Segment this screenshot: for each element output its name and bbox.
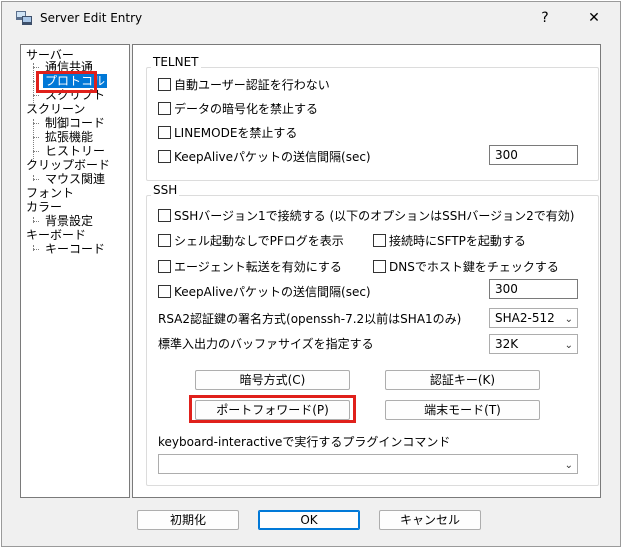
authkey-button[interactable]: 認証キー(K) <box>385 370 540 390</box>
ssh-keepalive-checkbox[interactable]: KeepAliveパケットの送信間隔(sec) <box>158 285 371 299</box>
sftp-label: 接続時にSFTPを起動する <box>389 234 526 248</box>
settings-tree[interactable]: サーバー 通信共通 プロトコル スクリプト スクリーン 制御コード 拡張機能 ヒ… <box>20 44 130 498</box>
tree-item-history[interactable]: ヒストリー <box>45 144 105 158</box>
cipher-button[interactable]: 暗号方式(C) <box>195 370 350 390</box>
dns-checkbox[interactable]: DNSでホスト鍵をチェックする <box>373 260 559 274</box>
no-encrypt-checkbox[interactable]: データの暗号化を禁止する <box>158 102 318 116</box>
window-title: Server Edit Entry <box>40 11 143 25</box>
tree-item-control-code[interactable]: 制御コード <box>45 116 105 130</box>
no-linemode-label: LINEMODEを禁止する <box>174 126 298 140</box>
buffer-size-select[interactable]: 32K ⌄ <box>489 334 578 354</box>
no-shell-checkbox[interactable]: シェル起動なしでPFログを表示 <box>158 234 344 248</box>
agent-checkbox[interactable]: エージェント転送を有効にする <box>158 260 342 274</box>
tree-item-font[interactable]: フォント <box>26 186 74 200</box>
sftp-checkbox[interactable]: 接続時にSFTPを起動する <box>373 234 526 248</box>
terminal-mode-button[interactable]: 端末モード(T) <box>385 400 540 420</box>
cancel-button[interactable]: キャンセル <box>379 510 481 530</box>
ssh1-checkbox[interactable]: SSHバージョン1で接続する (以下のオプションはSSHバージョン2で有効) <box>158 209 575 223</box>
auto-login-label: 自動ユーザー認証を行わない <box>174 78 330 92</box>
tree-item-screen[interactable]: スクリーン <box>26 102 85 116</box>
ssh1-label: SSHバージョン1で接続する (以下のオプションはSSHバージョン2で有効) <box>174 209 575 223</box>
telnet-keepalive-checkbox[interactable]: KeepAliveパケットの送信間隔(sec) <box>158 150 371 164</box>
chevron-down-icon: ⌄ <box>564 460 573 471</box>
auto-login-checkbox[interactable]: 自動ユーザー認証を行わない <box>158 78 330 92</box>
port-forward-highlight-box <box>189 395 356 423</box>
plugin-command-select[interactable]: ⌄ <box>158 454 578 474</box>
ssh-keepalive-input[interactable]: 300 <box>489 279 578 299</box>
tree-item-color[interactable]: カラー <box>26 200 62 214</box>
buffer-size-value: 32K <box>495 337 519 351</box>
no-encrypt-label: データの暗号化を禁止する <box>174 102 319 116</box>
tree-item-keycode[interactable]: キーコード <box>45 242 105 256</box>
tree-item-keyboard[interactable]: キーボード <box>26 228 86 242</box>
rsa-sign-label: RSA2認証鍵の署名方式(openssh-7.2以前はSHA1のみ) <box>158 312 462 326</box>
ssh-legend: SSH <box>151 183 180 197</box>
init-button[interactable]: 初期化 <box>137 510 239 530</box>
no-shell-label: シェル起動なしでPFログを表示 <box>174 234 344 248</box>
tree-item-background[interactable]: 背景設定 <box>45 214 93 228</box>
telnet-keepalive-input[interactable]: 300 <box>489 145 578 165</box>
telnet-keepalive-label: KeepAliveパケットの送信間隔(sec) <box>174 150 371 164</box>
title-bar: Server Edit Entry ? ✕ <box>2 2 620 34</box>
tree-item-clipboard[interactable]: クリップボード <box>26 158 110 172</box>
no-linemode-checkbox[interactable]: LINEMODEを禁止する <box>158 126 297 140</box>
telnet-legend: TELNET <box>151 55 201 69</box>
tree-item-extension[interactable]: 拡張機能 <box>45 130 93 144</box>
rsa-sign-select[interactable]: SHA2-512 ⌄ <box>489 308 578 328</box>
agent-label: エージェント転送を有効にする <box>174 260 342 274</box>
plugin-command-label: keyboard-interactiveで実行するプラグインコマンド <box>158 435 451 449</box>
protocol-highlight-box <box>36 71 97 93</box>
help-button[interactable]: ? <box>525 6 565 30</box>
chevron-down-icon: ⌄ <box>564 340 573 351</box>
rsa-sign-value: SHA2-512 <box>495 311 555 325</box>
dns-label: DNSでホスト鍵をチェックする <box>389 260 559 274</box>
tree-item-mouse[interactable]: マウス関連 <box>45 172 105 186</box>
ssh-keepalive-label: KeepAliveパケットの送信間隔(sec) <box>174 285 371 299</box>
close-button[interactable]: ✕ <box>574 6 614 30</box>
chevron-down-icon: ⌄ <box>564 314 573 325</box>
server-edit-dialog: Server Edit Entry ? ✕ サーバー 通信共通 プロトコル スク… <box>1 1 621 547</box>
ok-button[interactable]: OK <box>258 510 360 530</box>
buffer-size-label: 標準入出力のバッファサイズを指定する <box>158 337 374 351</box>
protocol-panel: TELNET 自動ユーザー認証を行わない データの暗号化を禁止する LINEMO… <box>132 44 601 498</box>
app-icon <box>16 11 32 25</box>
